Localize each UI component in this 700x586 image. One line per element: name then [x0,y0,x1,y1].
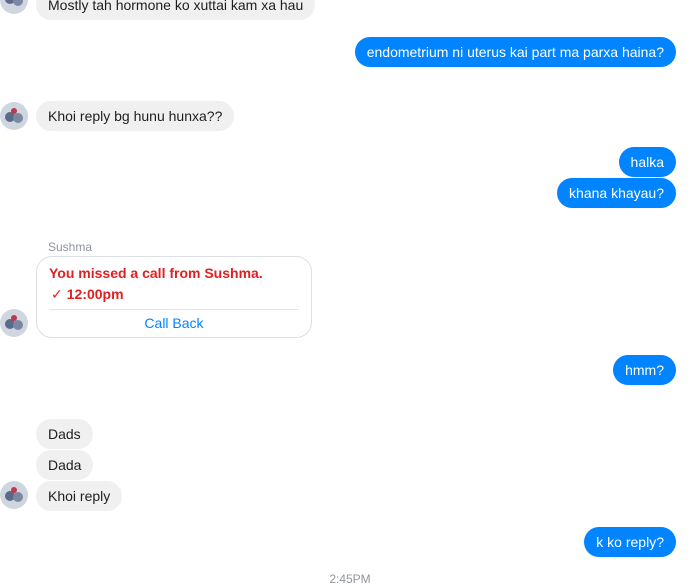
avatar-image [0,481,28,509]
avatar-image [0,309,28,337]
divider [49,309,299,310]
message-incoming: Dads [36,419,93,449]
call-back-button[interactable]: Call Back [37,315,311,331]
message-incoming: Khoi reply bg hunu hunxa?? [36,101,235,131]
missed-call-card: You missed a call from Sushma. ✓ 12:00pm … [36,256,312,338]
timestamp: 2:45PM [329,572,371,586]
message-outgoing: endometrium ni uterus kai part ma parxa … [354,37,676,67]
message-incoming: Mostly tah hormone ko xuttai kam xa hau [36,0,316,20]
message-outgoing: k ko reply? [584,527,676,557]
sender-name: Sushma [48,240,93,254]
message-outgoing: halka [618,147,676,177]
missed-call-check-icon: ✓ [51,286,63,302]
message-incoming: Dada [36,450,94,480]
message-incoming: Khoi reply [36,481,123,511]
avatar-image [0,0,28,14]
message-outgoing: hmm? [613,355,676,385]
missed-call-time: ✓ 12:00pm [51,286,124,303]
avatar [0,102,28,130]
avatar [0,481,28,509]
missed-call-time-label: 12:00pm [66,286,124,302]
avatar [0,309,28,337]
message-outgoing: khana khayau? [557,178,676,208]
avatar-image [0,102,28,130]
missed-call-title: You missed a call from Sushma. [49,265,263,281]
avatar [0,0,28,14]
